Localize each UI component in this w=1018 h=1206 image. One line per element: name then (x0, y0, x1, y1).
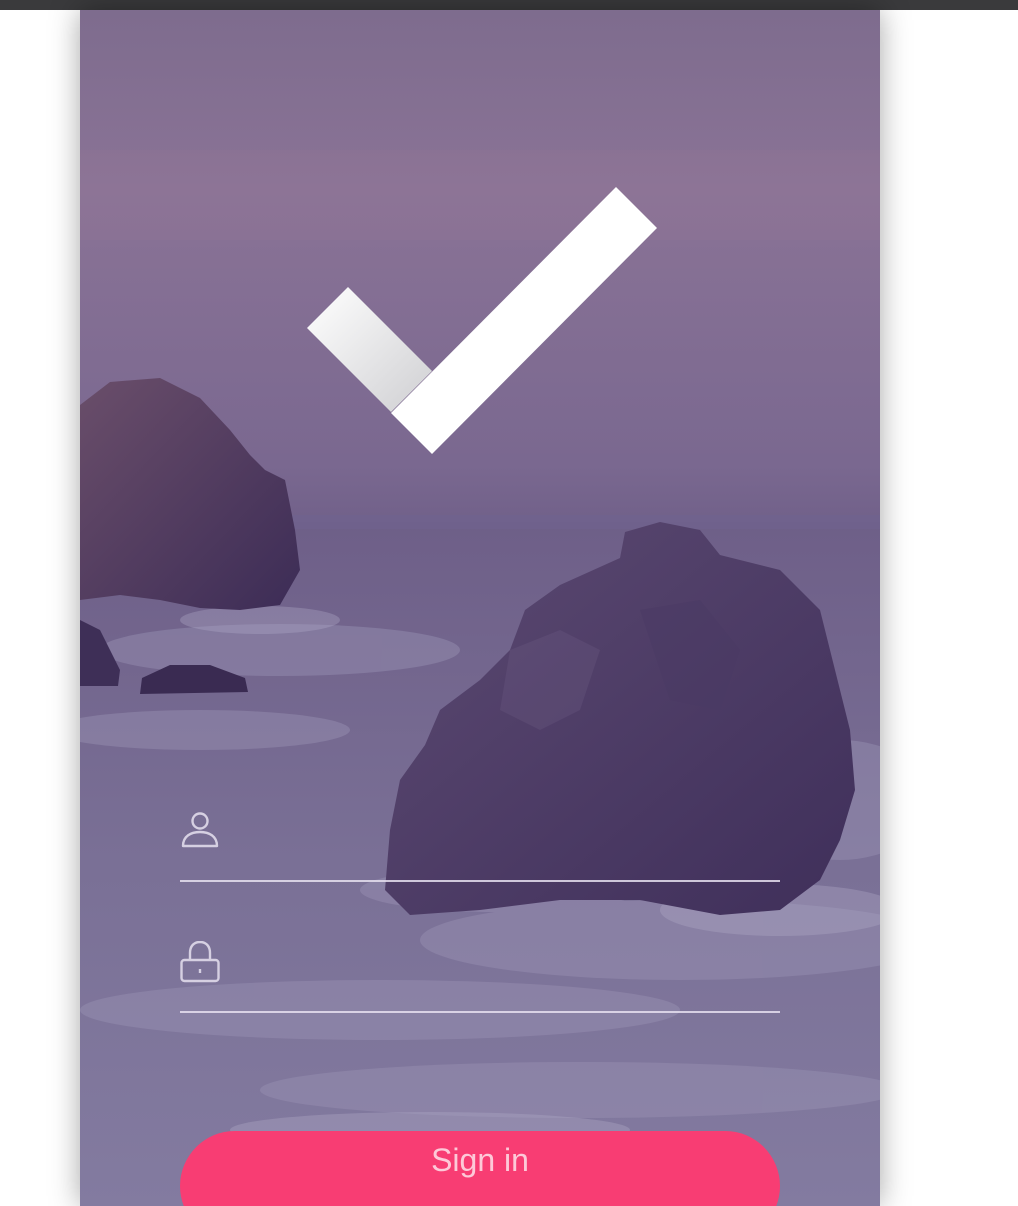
username-field (180, 810, 780, 882)
browser-top-bar (0, 0, 1018, 10)
username-input[interactable] (244, 812, 778, 860)
checkmark-logo-icon (307, 187, 657, 454)
password-input[interactable] (244, 943, 778, 991)
password-field (180, 941, 780, 1013)
login-screen: Sign in (80, 10, 880, 1206)
lock-icon (180, 941, 220, 983)
person-icon (181, 812, 219, 848)
sign-in-button[interactable]: Sign in (180, 1131, 780, 1206)
